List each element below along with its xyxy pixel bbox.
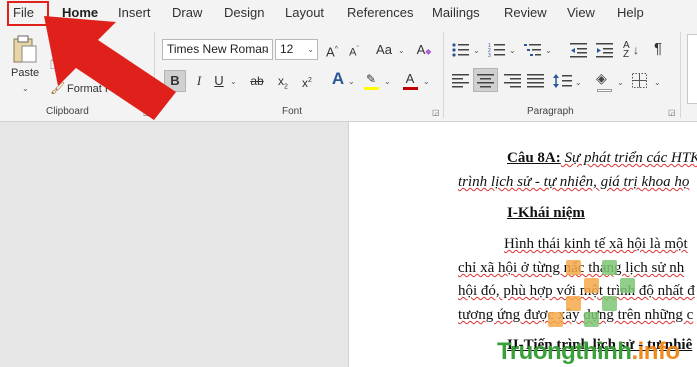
highlight-color-bar (364, 87, 379, 90)
subscript-button[interactable]: x2 (272, 70, 294, 92)
shrink-font-button[interactable]: Aˇ (343, 39, 365, 61)
font-size-chevron-icon: ⌄ (307, 45, 314, 54)
tab-view[interactable]: View (567, 5, 595, 20)
underline-button[interactable]: U (208, 70, 230, 92)
paragraph-launcher-icon[interactable]: ◲ (668, 108, 676, 117)
svg-text:3: 3 (488, 53, 491, 58)
numbering-icon[interactable]: 1 2 3 (488, 42, 506, 58)
question-label: Câu 8A: (507, 150, 561, 166)
red-arrow-icon (44, 16, 176, 120)
line-spacing-icon[interactable] (553, 73, 573, 89)
align-center-button[interactable] (473, 68, 498, 92)
increase-indent-icon[interactable] (596, 42, 614, 58)
paragraph-group-label: Paragraph (527, 106, 574, 117)
watermark-name: Truongthinh (497, 338, 632, 365)
tab-mailings[interactable]: Mailings (432, 5, 480, 20)
paste-icon (13, 35, 37, 63)
font-color-bar (403, 87, 418, 90)
align-center-icon (477, 74, 494, 88)
change-case-chevron-icon: ⌄ (398, 46, 405, 55)
paste-chevron-icon: ⌄ (22, 84, 29, 93)
multilevel-chevron-icon: ⌄ (545, 46, 552, 55)
shading-color-bar (597, 89, 612, 92)
change-case-button[interactable]: Aa (370, 39, 398, 61)
strikethrough-button[interactable]: ab (246, 70, 268, 92)
tab-help[interactable]: Help (617, 5, 644, 20)
numbering-chevron-icon: ⌄ (509, 46, 516, 55)
paragraph-line-1: Hình thái kinh tế xã hội là một (504, 236, 688, 252)
watermark-square (566, 260, 581, 275)
workspace-background (0, 122, 348, 367)
text-effects-chevron-icon: ⌄ (348, 77, 355, 86)
line-spacing-chevron-icon: ⌄ (575, 78, 582, 87)
watermark-square (620, 278, 635, 293)
sort-arrow-icon: ↓ (633, 43, 639, 57)
shading-icon[interactable]: ◈ (596, 70, 607, 87)
group-divider (680, 32, 681, 118)
clear-formatting-icon[interactable]: A◆ (413, 39, 435, 61)
tab-layout[interactable]: Layout (285, 5, 324, 20)
highlight-chevron-icon: ⌄ (384, 77, 391, 86)
font-group-label: Font (282, 106, 303, 117)
show-formatting-icon[interactable]: ¶ (654, 40, 662, 57)
shading-chevron-icon: ⌄ (617, 78, 624, 87)
justify-icon[interactable] (527, 73, 545, 89)
watermark-square (548, 312, 563, 327)
question-text: Sự phát triển các HTK (560, 150, 697, 166)
tab-review[interactable]: Review (504, 5, 547, 20)
borders-icon[interactable] (632, 73, 648, 89)
group-divider (443, 32, 444, 118)
paste-button[interactable]: Paste ⌄ (8, 34, 42, 96)
bullets-chevron-icon: ⌄ (473, 46, 480, 55)
tab-references[interactable]: References (347, 5, 413, 20)
doc-line-2: trình lịch sử - tự nhiên, giá trị khoa h… (458, 174, 690, 190)
bullets-icon[interactable] (452, 42, 470, 58)
styles-gallery[interactable] (687, 34, 697, 104)
borders-chevron-icon: ⌄ (654, 78, 661, 87)
font-size-field[interactable]: 12 ⌄ (275, 39, 318, 60)
watermark-square (602, 296, 617, 311)
font-color-chevron-icon: ⌄ (423, 77, 430, 86)
watermark-domain: .info (631, 338, 680, 365)
heading-1: I-Khái niệm (507, 205, 585, 221)
grow-font-button[interactable]: A^ (321, 39, 343, 61)
word-window: File Home Insert Draw Design Layout Refe… (0, 0, 697, 367)
decrease-indent-icon[interactable] (570, 42, 588, 58)
font-size-value: 12 (280, 42, 294, 56)
font-name-chevron-icon: ⌄ (262, 45, 269, 54)
align-left-icon[interactable] (452, 73, 470, 89)
text-effects-button[interactable]: A (327, 68, 349, 90)
watermark-text: Truongthinh.info (497, 338, 680, 366)
document-page[interactable]: Câu 8A: Sự phát triển các HTK trình lịch… (348, 122, 697, 367)
paste-label: Paste (11, 67, 40, 79)
font-name-value: Times New Roman (167, 42, 269, 56)
tab-design[interactable]: Design (224, 5, 264, 20)
watermark-square (584, 278, 599, 293)
underline-chevron-icon: ⌄ (230, 77, 237, 86)
font-launcher-icon[interactable]: ◲ (432, 108, 440, 117)
italic-button[interactable]: I (188, 70, 210, 92)
watermark-square (584, 312, 599, 327)
multilevel-list-icon[interactable] (524, 42, 542, 58)
watermark-square (602, 260, 617, 275)
watermark-square (566, 296, 581, 311)
superscript-button[interactable]: x2 (296, 70, 318, 92)
align-right-icon[interactable] (504, 73, 522, 89)
doc-line-1: Câu 8A: Sự phát triển các HTK (507, 150, 697, 167)
